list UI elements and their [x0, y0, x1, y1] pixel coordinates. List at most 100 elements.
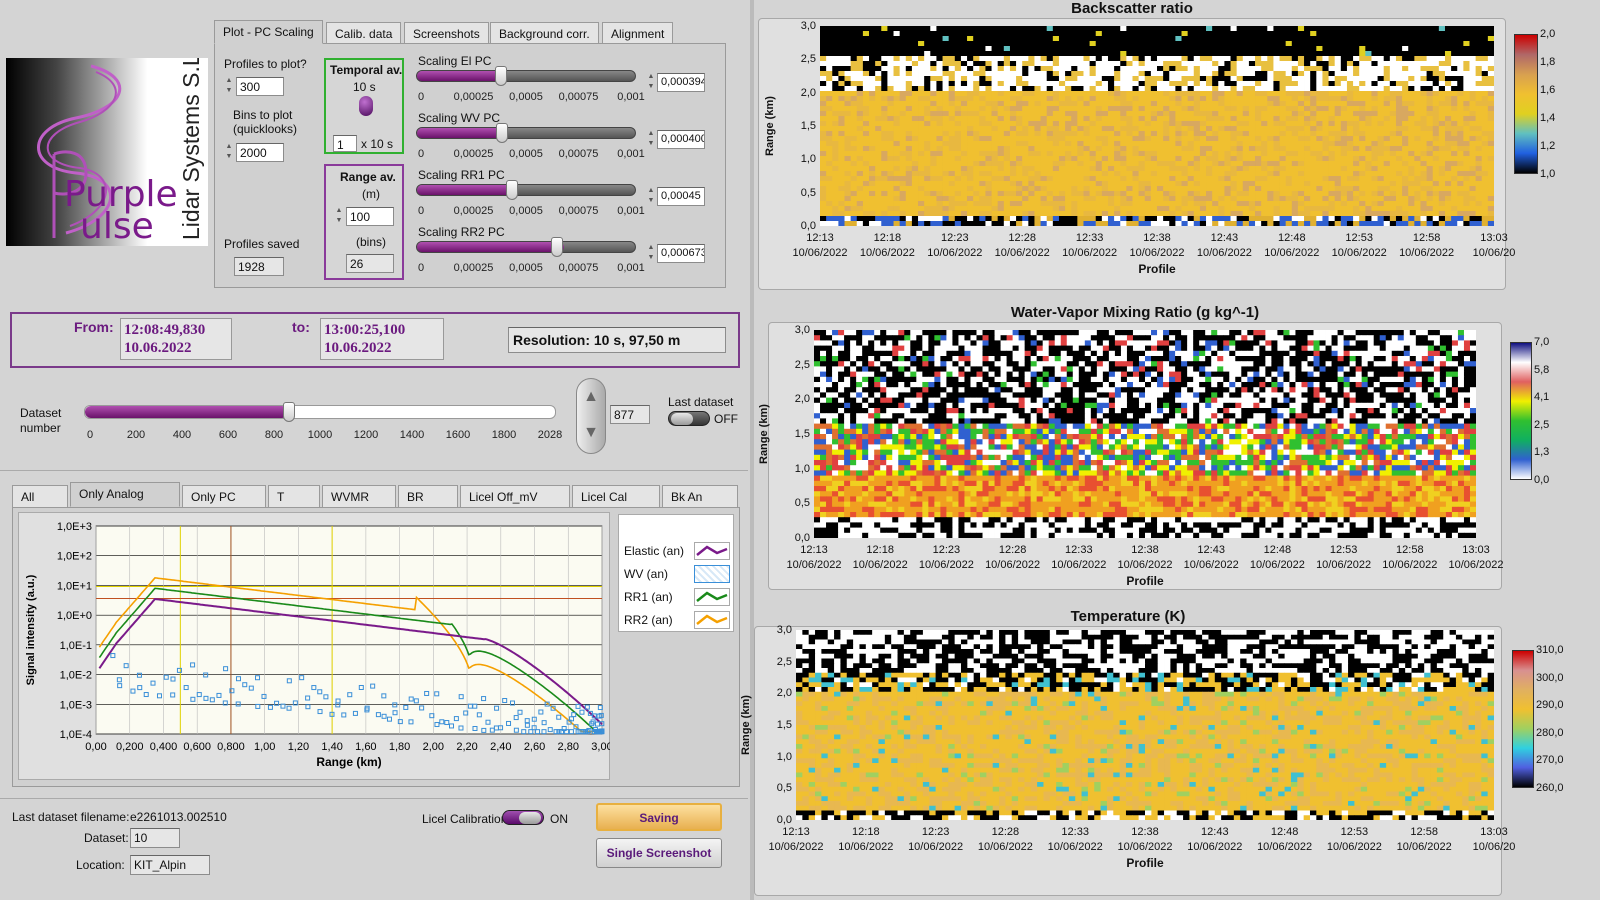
heatmap-cell	[1236, 131, 1244, 137]
heatmap-cell	[1212, 136, 1219, 142]
scaling-slider-thumb[interactable]	[506, 180, 518, 200]
tab-br[interactable]: BR	[398, 485, 458, 507]
scaling-slider-thumb[interactable]	[494, 66, 507, 86]
heatmap-cell	[910, 335, 917, 341]
heatmap-cell	[1291, 221, 1299, 226]
scaling-value-input[interactable]: 0,000673	[657, 244, 705, 263]
profiles-spinner[interactable]: ▲ ▼	[224, 76, 234, 98]
heatmap-cell	[1322, 101, 1329, 107]
heatmap-cell	[832, 191, 839, 197]
heatmap-cell	[1218, 221, 1225, 226]
heatmap-cell	[1236, 81, 1244, 87]
scaling-spinner[interactable]: ▲ ▼	[646, 129, 656, 151]
heatmap-cell	[985, 126, 992, 132]
scaling-slider-fill	[417, 242, 564, 252]
heatmap-cell	[1457, 86, 1464, 92]
tab-alignment[interactable]: Alignment	[602, 22, 674, 44]
bins-input[interactable]: 2000	[236, 143, 284, 162]
dataset-slider[interactable]	[84, 405, 556, 419]
tab-licel-off-mv[interactable]: Licel Off_mV	[460, 485, 570, 507]
tab-screenshots[interactable]: Screenshots	[404, 22, 489, 44]
heatmap-cell	[1199, 196, 1207, 202]
tab-licel-cal[interactable]: Licel Cal	[572, 485, 660, 507]
heatmap-cell	[1089, 76, 1097, 82]
heatmap-cell	[850, 186, 858, 192]
tab-wvmr[interactable]: WVMR	[322, 485, 396, 507]
heatmap-cell	[1359, 141, 1366, 147]
heatmap-cell	[1150, 81, 1158, 87]
heatmap-cell	[1218, 131, 1225, 137]
stepper-up-icon[interactable]: ▲	[583, 388, 599, 405]
scaling-value-input[interactable]: 0,000394	[657, 73, 705, 92]
heatmap-cell	[924, 191, 931, 197]
dataset-slider-thumb[interactable]	[282, 402, 295, 422]
tab-all[interactable]: All	[12, 485, 68, 507]
temporal-multiplier-input[interactable]: 1	[333, 135, 357, 152]
single-screenshot-button[interactable]: Single Screenshot	[596, 838, 722, 868]
tab-bk-an[interactable]: Bk An	[662, 485, 738, 507]
profiles-input[interactable]: 300	[236, 77, 284, 96]
heatmap-cell	[887, 106, 894, 112]
tab-only-pc[interactable]: Only PC	[182, 485, 266, 507]
heatmap-cell	[1102, 330, 1110, 336]
heatmap-cell	[1150, 56, 1158, 62]
tab-plot-pc-scaling[interactable]: Plot - PC Scaling	[214, 20, 323, 44]
heatmap-cell	[1359, 26, 1366, 32]
heatmap-cell	[899, 106, 907, 112]
heatmap-cell	[1181, 116, 1189, 122]
heatmap-cell	[1371, 86, 1378, 92]
scaling-spinner[interactable]: ▲ ▼	[646, 72, 656, 94]
heatmap-cell	[1206, 196, 1213, 202]
dataset-stepper[interactable]: ▲ ▼	[576, 378, 606, 454]
heatmap-cell	[1132, 61, 1140, 67]
heatmap-cell	[1003, 126, 1011, 132]
tab-background-corr[interactable]: Background corr.	[490, 22, 599, 44]
heatmap-cell	[1095, 41, 1103, 47]
scaling-slider-thumb[interactable]	[550, 237, 563, 257]
range-m-input[interactable]: 100	[346, 207, 394, 226]
heatmap-cell	[1255, 196, 1262, 202]
scaling-value-input[interactable]: 0,00045	[657, 187, 705, 206]
scaling-slider[interactable]	[416, 127, 636, 139]
heatmap-cell	[1438, 126, 1446, 132]
heatmap-cell	[994, 335, 1001, 341]
temporal-knob[interactable]	[359, 96, 373, 116]
stepper-down-icon[interactable]: ▼	[583, 424, 599, 441]
heatmap-cell	[1052, 171, 1060, 177]
scaling-slider-thumb[interactable]	[496, 123, 508, 143]
scaling-spinner[interactable]: ▲ ▼	[646, 186, 656, 208]
scaling-spinner[interactable]: ▲ ▼	[646, 243, 656, 265]
heatmap-cell	[1101, 156, 1109, 162]
scaling-slider[interactable]	[416, 241, 636, 253]
heatmap-cell	[1107, 71, 1115, 77]
licel-calibration-state: ON	[550, 812, 568, 826]
scaling-value-input[interactable]: 0,000400	[657, 130, 705, 149]
tab-calib-data[interactable]: Calib. data	[326, 22, 402, 44]
heatmap-cell	[1487, 31, 1494, 37]
heatmap-cell	[1199, 191, 1207, 197]
tab-t[interactable]: T	[268, 485, 320, 507]
range-m-spinner[interactable]: ▲ ▼	[334, 206, 344, 228]
saving-screenshots-button[interactable]: Saving screenshots...	[596, 803, 722, 851]
dataset-tick-label: 1600	[445, 429, 471, 441]
heatmap-cell	[1150, 141, 1158, 147]
heatmap-cell	[1316, 41, 1323, 47]
last-dataset-toggle[interactable]	[668, 411, 710, 426]
heatmap-cell	[1451, 126, 1458, 132]
heatmap-cell	[1395, 81, 1403, 87]
heatmap-cell	[1377, 26, 1385, 32]
heatmap-cell	[1322, 121, 1329, 127]
heatmap-cell	[973, 91, 980, 97]
scaling-slider[interactable]	[416, 70, 636, 82]
bins-spinner[interactable]: ▲ ▼	[224, 142, 234, 164]
tab-only-analog[interactable]: Only Analog	[70, 482, 180, 507]
heatmap-cell	[1365, 211, 1372, 217]
temporal-seconds: 10 s	[353, 80, 376, 94]
heatmap-cell	[924, 146, 931, 152]
heatmap-cell	[1328, 56, 1336, 62]
heatmap-cell	[1107, 151, 1115, 157]
heatmap-cell	[911, 96, 919, 102]
scaling-tick-label: 0,00075	[558, 91, 599, 103]
scaling-slider[interactable]	[416, 184, 636, 196]
licel-calibration-toggle[interactable]	[502, 810, 544, 825]
